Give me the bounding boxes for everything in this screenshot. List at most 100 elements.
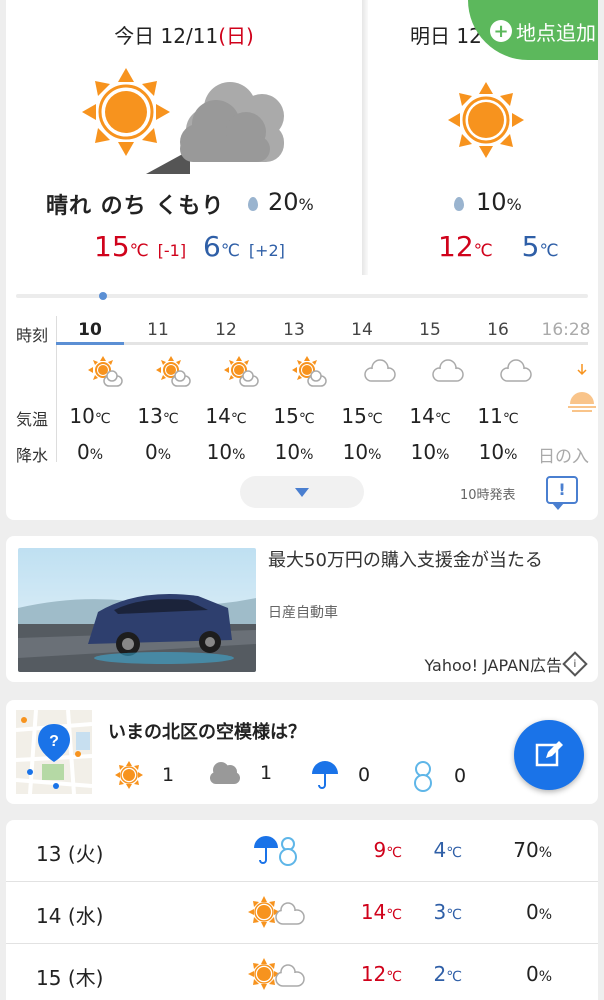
hour-label[interactable]: 16 [464,320,532,340]
today-low-diff: [+2] [248,241,285,260]
announce-time: 10時発表 [460,488,516,503]
tomorrow-label: 明日 12 [410,24,482,48]
hourly-precip-value: 0 [144,440,158,464]
hourly-temp: 14℃ [396,404,464,428]
daily-row[interactable]: 14 (水) 14℃ 3℃ 0% [6,882,598,944]
ad-card[interactable]: 最大50万円の購入支援金が当たる 日産自動車 Yahoo! JAPAN広告 i [6,536,598,682]
plus-icon: + [490,20,512,42]
hourly-temp-value: 14 [409,404,435,428]
sun-cloud-icon [156,356,191,387]
weekly-forecast-list: 13 (火) 9℃ 4℃ 70% 14 (水) 14℃ 3℃ 0% 15 (木) [6,820,598,1000]
add-location-label: 地点追加 [516,20,596,45]
ad-label[interactable]: Yahoo! JAPAN広告 i [424,651,588,677]
today-high: 15 [94,230,130,263]
precip-row-label: 降水 [16,446,49,465]
feedback-icon[interactable]: ! [546,476,578,510]
hour-label[interactable]: 14 [328,320,396,340]
temp-unit: ℃ [94,411,111,427]
cloud-icon [432,359,464,382]
daily-pop-unit: % [538,907,552,923]
precip-unit: % [157,447,172,463]
today-label: 今日 [114,24,155,48]
ad-title[interactable]: 最大50万円の購入支援金が当たる [268,548,586,574]
snow-count[interactable]: 0 [410,760,466,792]
daily-day-number: 15 [36,966,62,990]
hourly-precip-value: 10 [342,440,369,464]
time-row-label: 時刻 [16,326,49,345]
hourly-precip: 10% [328,440,396,464]
temp-unit: ℃ [366,411,383,427]
tomorrow-precip-prob: 10% [476,188,522,216]
temp-unit: ℃ [162,411,179,427]
cloud-icon [500,359,532,382]
chevron-down-icon [295,487,309,497]
daily-pop: 70 [513,838,539,862]
hour-label[interactable]: 12 [192,320,260,340]
sun-cloud-icon [248,896,305,928]
expand-hourly-button[interactable] [240,476,364,508]
hourly-precip: 10% [464,440,532,464]
sun-cloud-icon [88,356,123,387]
today-temps: 15℃ [-1] 6℃ [+2] [94,230,285,263]
daily-weekday: (火) [67,842,104,866]
temp-unit: ℃ [298,411,315,427]
rain-drop-icon [248,197,258,211]
temp-unit: ℃ [502,411,519,427]
hourly-precip: 10% [396,440,464,464]
tomorrow-high: 12 [438,230,474,263]
today-forecast[interactable]: 今日 12/11(日) 晴れ のち くもり 20% 15℃ [-1] 6℃ [+… [6,0,362,275]
precip-unit: % [368,447,382,463]
post-report-button[interactable] [514,720,584,790]
hourly-temp-value: 11 [477,404,503,428]
hour-label[interactable]: 10 [56,320,124,340]
hourly-temp: 15℃ [260,404,328,428]
daily-low: 3 [433,900,447,924]
temp-unit: ℃ [230,411,247,427]
today-header: 今日 12/11(日) [6,20,362,49]
temp-unit: ℃ [434,411,451,427]
sunset-label: 日の入 [538,447,589,467]
daily-row[interactable]: 15 (木) 12℃ 2℃ 0% [6,944,598,1000]
cloud-icon [210,762,240,784]
hour-label[interactable]: 15 [396,320,464,340]
active-hour-underline [56,342,124,345]
hourly-precip-value: 10 [274,440,301,464]
hourly-precip: 10% [260,440,328,464]
precip-unit: % [436,447,450,463]
info-icon[interactable]: i [562,651,588,677]
daily-pop-unit: % [538,969,552,985]
hourly-scroll-indicator[interactable] [99,292,107,300]
forecast-card: 今日 12/11(日) 晴れ のち くもり 20% 15℃ [-1] 6℃ [+… [6,0,598,520]
daily-row[interactable]: 13 (火) 9℃ 4℃ 70% [6,820,598,882]
today-low: 6 [202,230,221,263]
sunny-count[interactable]: 1 [114,760,174,790]
daily-date: 15 (木) [36,962,103,991]
precip-unit: % [504,447,518,463]
sun-cloud-icon [224,356,259,387]
today-weekday: (日) [218,24,254,48]
map-thumbnail[interactable]: ? [16,710,92,794]
snow-count-value: 0 [454,765,467,787]
hourly-precip-value: 0 [76,440,90,464]
today-high-diff: [-1] [157,241,187,260]
rain-count[interactable]: 0 [310,760,370,790]
hourly-precip: 10% [192,440,260,464]
umbrella-snowman-icon [254,836,297,866]
rain-drop-icon [454,197,464,211]
cloudy-count-value: 1 [260,762,273,784]
hourly-temp-value: 15 [273,404,299,428]
ad-sponsor: 日産自動車 [268,605,338,621]
hourly-precip-value: 10 [410,440,437,464]
daily-weekday: (木) [67,966,104,990]
daily-day-number: 13 [36,842,62,866]
today-weather-text: 晴れ のち くもり [46,194,225,219]
hourly-precip: 0% [124,440,192,464]
hour-label[interactable]: 13 [260,320,328,340]
hour-label[interactable]: 11 [124,320,192,340]
hourly-temp: 13℃ [124,404,192,428]
ad-car-image[interactable] [18,548,256,672]
sky-report-card[interactable]: ? いまの北区の空模様は？ 1 1 0 0 [6,700,598,804]
daily-pop: 0 [525,900,539,924]
cloudy-count[interactable]: 1 [208,760,272,786]
daily-day-number: 14 [36,904,62,928]
